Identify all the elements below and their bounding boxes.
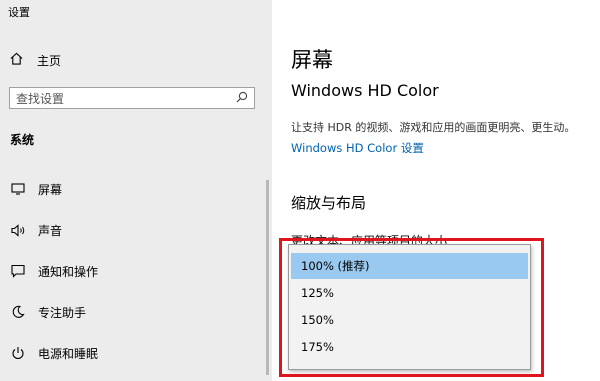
annotation-highlight-box — [279, 238, 544, 377]
sidebar-item-label: 通知和操作 — [38, 264, 99, 279]
sidebar-scrollbar[interactable] — [266, 180, 269, 375]
app-title: 设置 — [8, 6, 30, 19]
search-input[interactable]: 查找设置 — [9, 87, 255, 109]
sidebar-item-notifications[interactable]: 通知和操作 — [10, 261, 98, 281]
sidebar-item-label: 屏幕 — [38, 182, 63, 197]
scale-layout-heading: 缩放与布局 — [291, 194, 367, 212]
message-icon — [10, 263, 26, 279]
sidebar-item-label: 电源和睡眠 — [38, 346, 99, 361]
sidebar-item-home[interactable]: 主页 — [10, 50, 61, 70]
sidebar: 设置 主页 查找设置 系统 屏幕 声音 通知和操作 专注助手 电源和睡眠 — [0, 0, 272, 381]
sidebar-item-display[interactable]: 屏幕 — [10, 179, 62, 199]
power-icon — [10, 345, 26, 361]
search-placeholder: 查找设置 — [16, 91, 65, 106]
sidebar-item-label: 声音 — [38, 223, 63, 238]
sidebar-item-focus-assist[interactable]: 专注助手 — [10, 302, 86, 322]
sidebar-item-power-sleep[interactable]: 电源和睡眠 — [10, 343, 98, 363]
search-icon[interactable] — [236, 91, 248, 106]
speaker-icon — [10, 222, 26, 238]
page-title: 屏幕 — [291, 48, 333, 72]
sidebar-item-label: 专注助手 — [38, 305, 87, 320]
section-title: 系统 — [10, 133, 35, 147]
sidebar-item-sound[interactable]: 声音 — [10, 220, 62, 240]
sidebar-item-label: 主页 — [37, 53, 62, 68]
home-icon — [10, 52, 37, 68]
hdr-description: 让支持 HDR 的视频、游戏和应用的画面更明亮、更生动。 — [291, 121, 576, 134]
hdr-title: Windows HD Color — [291, 81, 439, 100]
monitor-icon — [10, 181, 26, 197]
moon-icon — [10, 304, 26, 320]
hdr-settings-link[interactable]: Windows HD Color 设置 — [291, 140, 424, 156]
